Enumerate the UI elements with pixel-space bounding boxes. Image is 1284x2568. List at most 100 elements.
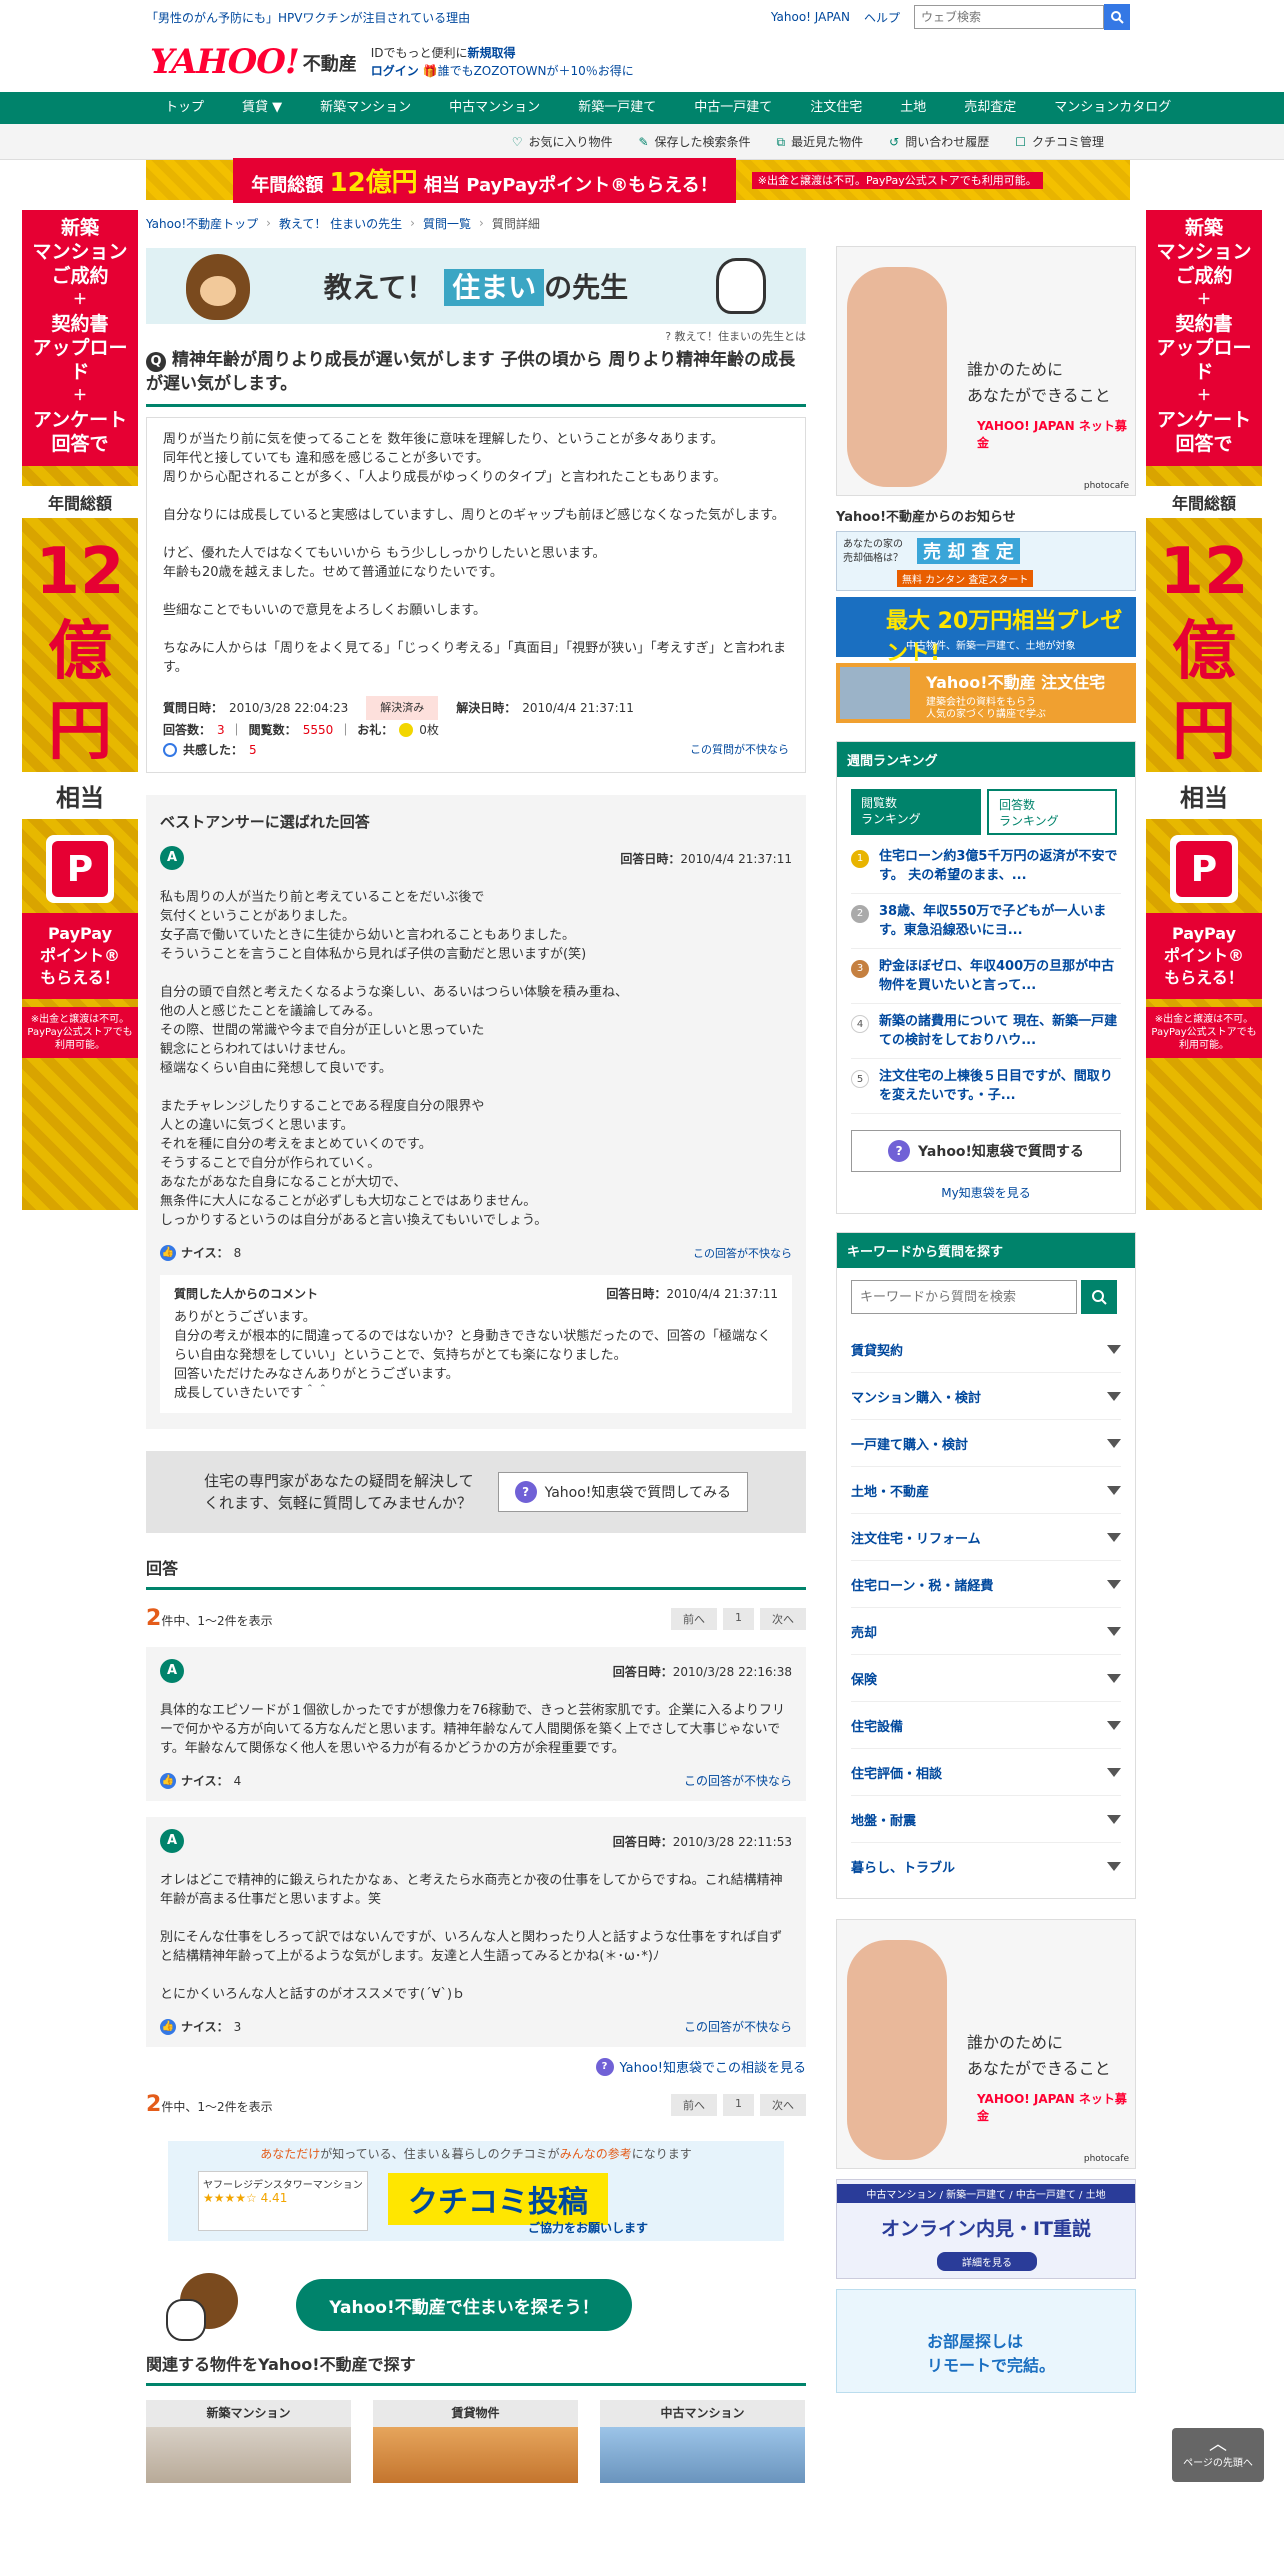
remote-search-banner[interactable]: お部屋探しは リモートで完結。: [836, 2289, 1136, 2393]
nav-used-mansion[interactable]: 中古マンション: [430, 92, 559, 124]
promo-custom-house[interactable]: Yahoo!不動産 注文住宅 建築会社の資料をもらう 人気の家づくり講座で学ぶ: [836, 663, 1136, 723]
login-link[interactable]: ログイン: [371, 64, 419, 78]
sb-foot: ※出金と譲渡は不可。PayPay公式ストアでも利用可能。: [22, 1007, 138, 1058]
ranking-item[interactable]: 1 住宅ローン約3億5千万円の返済が不安です。 夫の希望のまま、...: [851, 839, 1121, 894]
register-link[interactable]: 新規取得: [468, 46, 516, 60]
rank-1-icon: 1: [851, 850, 869, 868]
hero-post: の先生: [544, 271, 629, 304]
side-banner-right[interactable]: 新築 マンション ご成約 ＋ 契約書 アップロード ＋ アンケート 回答で 年間…: [1146, 210, 1262, 1210]
find-home-button[interactable]: Yahoo!不動産で住まいを探そう！: [296, 2279, 632, 2331]
find-home-bar: Yahoo!不動産で住まいを探そう！: [146, 2269, 806, 2345]
online-inspection-banner[interactable]: 中古マンション / 新築一戸建て / 中古一戸建て / 土地 オンライン内見・I…: [836, 2179, 1136, 2279]
chevron-down-icon: [1107, 1767, 1121, 1777]
news-notice-link[interactable]: 「男性のがん予防にも」HPVワクチンが注目されている理由: [146, 9, 470, 26]
related-card-used-mansion[interactable]: 中古マンション: [600, 2400, 805, 2483]
rank-5-icon: 5: [851, 1070, 869, 1088]
category-item[interactable]: 住宅設備: [851, 1702, 1121, 1749]
subnav-label: 問い合わせ履歴: [905, 135, 990, 149]
donation-ad-2[interactable]: 誰かのために あなたができること YAHOO! JAPAN ネット募金 phot…: [836, 1919, 1136, 2169]
date-label: 回答日時：: [620, 851, 681, 866]
subnav-kuchikomi[interactable]: ☐ クチコミ管理: [1015, 124, 1104, 160]
category-item[interactable]: 売却: [851, 1608, 1121, 1655]
chevron-down-icon: [1107, 1626, 1121, 1636]
keyword-search-input[interactable]: [851, 1280, 1077, 1314]
side-banner-left[interactable]: 新築 マンション ご成約 ＋ 契約書 アップロード ＋ アンケート 回答で 年間…: [22, 210, 138, 1210]
question-report-link[interactable]: この質問が不快なら: [690, 740, 789, 760]
my-chiebukuro-link[interactable]: My知恵袋を見る: [837, 1184, 1135, 1213]
subnav-inquiry[interactable]: ↺ 問い合わせ履歴: [889, 124, 989, 160]
chiebukuro-view-link[interactable]: ? Yahoo!知恵袋でこの相談を見る: [146, 2057, 806, 2076]
category-item[interactable]: 住宅ローン・税・諸経費: [851, 1561, 1121, 1608]
promo-sale-assess[interactable]: あなたの家の 売却価格は？ 売 却 査 定 無料 カンタン 査定スタート: [836, 531, 1136, 591]
sensei-hero-banner[interactable]: 教えて！ 住まい の先生: [146, 248, 806, 324]
category-item[interactable]: 一戸建て購入・検討: [851, 1420, 1121, 1467]
subnav-label: 保存した検索条件: [654, 135, 751, 149]
donation-ad[interactable]: 誰かのために あなたができること YAHOO! JAPAN ネット募金 phot…: [836, 246, 1136, 496]
nav-new-house[interactable]: 新築一戸建て: [559, 92, 675, 124]
ask-chiebukuro-button[interactable]: ? Yahoo!知恵袋で質問してみる: [497, 1472, 748, 1512]
nice-button[interactable]: 👍 ナイス： 4: [160, 1772, 241, 1789]
category-item[interactable]: 賃貸契約: [851, 1326, 1121, 1373]
category-item[interactable]: 土地・不動産: [851, 1467, 1121, 1514]
category-item[interactable]: 暮らし、トラブル: [851, 1843, 1121, 1890]
zozo-link[interactable]: 誰でもZOZOTOWNが＋10％お得に: [438, 64, 634, 78]
nice-button[interactable]: 👍 ナイス： 3: [160, 2018, 241, 2035]
about-sensei-link[interactable]: ? 教えて！住まいの先生とは: [146, 328, 806, 344]
related-card-rental[interactable]: 賃貸物件: [373, 2400, 578, 2483]
pager-page-1[interactable]: 1: [723, 1607, 754, 1630]
subnav-history[interactable]: ⧉ 最近見た物件: [777, 124, 864, 160]
pager-prev[interactable]: 前へ: [671, 2093, 717, 2116]
page-top-label: ページの先頭へ: [1183, 2458, 1253, 2469]
paypay-campaign-banner[interactable]: 年間総額 12億円 相当 PayPayポイント®もらえる！ ※出金と譲渡は不可。…: [146, 157, 1130, 203]
category-item[interactable]: 地盤・耐震: [851, 1796, 1121, 1843]
pager-next[interactable]: 次へ: [760, 1607, 806, 1630]
category-item[interactable]: 注文住宅・リフォーム: [851, 1514, 1121, 1561]
nav-mansion-catalog[interactable]: マンションカタログ: [1035, 92, 1190, 124]
category-item[interactable]: マンション購入・検討: [851, 1373, 1121, 1420]
web-search-input[interactable]: [914, 5, 1104, 29]
answer-report-link[interactable]: この回答が不快なら: [684, 1772, 792, 1789]
search-icon[interactable]: [1081, 1280, 1117, 1314]
breadcrumb-sensei[interactable]: 教えて！ 住まいの先生: [279, 215, 402, 232]
breadcrumb-top[interactable]: Yahoo!不動産トップ: [146, 215, 258, 232]
inspect-title: オンライン内見・IT重説: [880, 2218, 1092, 2240]
subnav-favorites[interactable]: ♡ お気に入り物件: [512, 124, 613, 160]
nav-used-house[interactable]: 中古一戸建て: [675, 92, 791, 124]
nav-sale-assess[interactable]: 売却査定: [945, 92, 1035, 124]
question-empathy[interactable]: 共感した： 5 この質問が不快なら: [163, 740, 789, 760]
nav-top[interactable]: トップ: [146, 92, 223, 124]
answer-report-link[interactable]: この回答が不快なら: [684, 2018, 792, 2035]
promo-present[interactable]: 最大 20万円相当プレゼント! 中古物件、新築一戸建て、土地が対象: [836, 597, 1136, 666]
page-top-button[interactable]: ︿ ページの先頭へ: [1172, 2428, 1264, 2482]
subnav-saved-search[interactable]: ✎ 保存した検索条件: [638, 124, 750, 160]
answer-item: A 回答日時：2010/3/28 22:11:53 オレはどこで精神的に鍛えられ…: [146, 1817, 806, 2047]
nice-button[interactable]: 👍 ナイス： 8: [160, 1244, 241, 1261]
asker-comment: 質問した人からのコメント 回答日時：2010/4/4 21:37:11 ありがと…: [160, 1275, 792, 1413]
nav-custom-house[interactable]: 注文住宅: [791, 92, 881, 124]
ranking-item[interactable]: 2 38歳、年収550万で子どもが一人います。東急沿線恐いにヨ...: [851, 894, 1121, 949]
answer-report-link[interactable]: この回答が不快なら: [693, 1245, 792, 1261]
help-link[interactable]: ヘルプ: [864, 9, 900, 26]
nav-land[interactable]: 土地: [881, 92, 945, 124]
ranking-item[interactable]: 5 注文住宅の上棟後５日目ですが、間取りを変えたいです。・子...: [851, 1059, 1121, 1114]
nav-new-mansion[interactable]: 新築マンション: [301, 92, 430, 124]
search-icon[interactable]: [1104, 4, 1130, 30]
tab-views-ranking[interactable]: 閲覧数 ランキング: [851, 789, 981, 835]
ask-chiebukuro-side-button[interactable]: ? Yahoo!知恵袋で質問する: [851, 1130, 1121, 1172]
yahoo-fudosan-logo[interactable]: YAHOO! 不動産: [150, 42, 357, 82]
pager-page-1[interactable]: 1: [723, 2093, 754, 2116]
nav-rent[interactable]: 賃貸 ▼: [223, 92, 301, 124]
category-item[interactable]: 住宅評価・相談: [851, 1749, 1121, 1796]
ranking-item[interactable]: 4 新築の諸費用について 現在、新築一戸建ての検討をしておりハウ...: [851, 1004, 1121, 1059]
category-item[interactable]: 保険: [851, 1655, 1121, 1702]
related-card-new-mansion[interactable]: 新築マンション: [146, 2400, 351, 2483]
ranking-item[interactable]: 3 貯金ほぼゼロ、年収400万の旦那が中古物件を買いたいと言って...: [851, 949, 1121, 1004]
breadcrumb-list[interactable]: 質問一覧: [423, 215, 471, 232]
tab-answers-ranking[interactable]: 回答数 ランキング: [987, 789, 1117, 835]
ranking-heading: 週間ランキング: [837, 742, 1135, 777]
yahoo-japan-link[interactable]: Yahoo! JAPAN: [771, 10, 850, 24]
sb-line: アップロード: [32, 337, 128, 383]
pager-next[interactable]: 次へ: [760, 2093, 806, 2116]
kuchikomi-banner[interactable]: あなただけが知っている、住まい＆暮らしのクチコミがみんなの参考になります ヤフー…: [168, 2141, 784, 2241]
pager-prev[interactable]: 前へ: [671, 1607, 717, 1630]
